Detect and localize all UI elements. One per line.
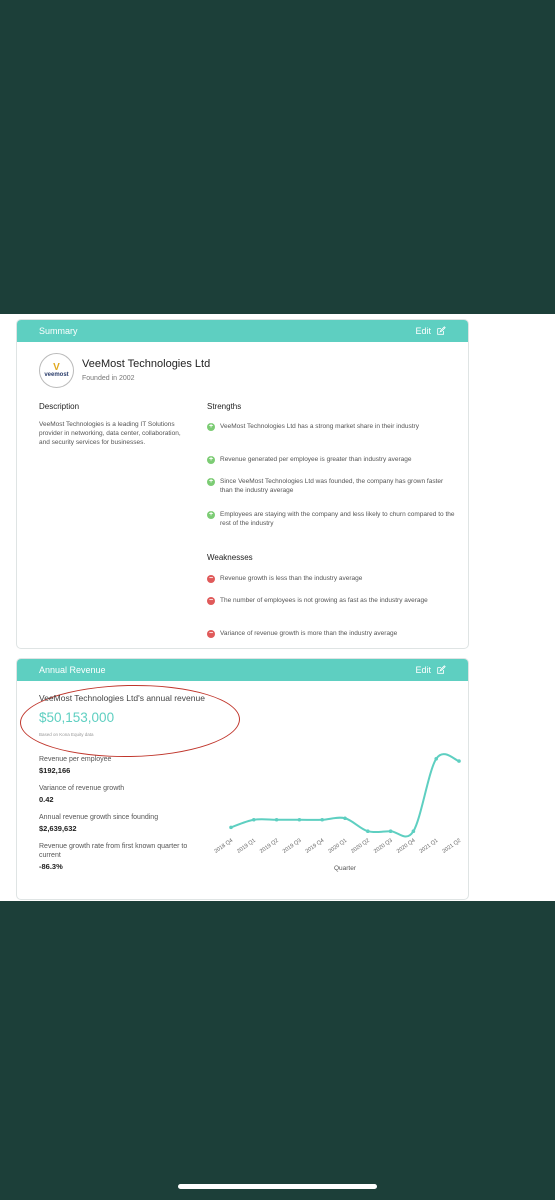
metric-value: $2,639,632	[39, 824, 77, 833]
x-tick-label: 2019 Q2	[259, 838, 280, 855]
company-logo: V veemost	[39, 353, 74, 388]
summary-edit-button[interactable]: Edit	[415, 326, 446, 336]
strength-item: + Employees are staying with the company …	[207, 510, 455, 527]
edit-icon	[437, 326, 446, 335]
x-tick-label: 2020 Q2	[350, 838, 371, 855]
company-name: VeeMost Technologies Ltd	[82, 358, 211, 370]
summary-header-title: Summary	[39, 326, 78, 336]
plus-circle-icon: +	[207, 455, 215, 464]
metric-item: Revenue per employee $192,166	[39, 755, 189, 775]
plus-circle-icon: +	[207, 422, 215, 431]
weakness-item: − Revenue growth is less than the industr…	[207, 574, 363, 583]
data-point[interactable]	[366, 829, 370, 833]
revenue-edit-button[interactable]: Edit	[415, 665, 446, 675]
series-line	[230, 753, 460, 838]
metric-label: Variance of revenue growth	[39, 785, 125, 792]
data-point[interactable]	[457, 759, 461, 763]
data-point[interactable]	[229, 825, 233, 830]
edit-label: Edit	[415, 326, 431, 336]
plus-circle-icon: +	[207, 510, 215, 519]
x-axis-label: Quarter	[334, 865, 357, 872]
data-point[interactable]	[343, 816, 347, 821]
weakness-item: − The number of employees is not growing …	[207, 596, 428, 605]
revenue-title: VeeMost Technologies Ltd's annual revenu…	[39, 693, 205, 703]
strengths-list: + VeeMost Technologies Ltd has a strong m…	[207, 422, 457, 543]
x-tick-label: 2019 Q3	[282, 838, 303, 855]
minus-circle-icon: −	[207, 596, 215, 605]
edit-label: Edit	[415, 665, 431, 675]
data-point[interactable]	[388, 829, 393, 833]
x-tick-label: 2020 Q3	[373, 838, 394, 855]
strength-item: + Revenue generated per employee is great…	[207, 455, 412, 464]
edit-icon	[437, 665, 446, 674]
revenue-amount: $50,153,000	[39, 710, 115, 725]
x-tick-label: 2020 Q4	[396, 838, 417, 855]
data-point[interactable]	[434, 757, 438, 761]
data-point[interactable]	[274, 817, 279, 822]
minus-circle-icon: −	[207, 574, 215, 583]
x-tick-label: 2018 Q4	[213, 838, 234, 855]
summary-card: Summary Edit V veemost VeeMost Technolog…	[16, 319, 469, 649]
strength-item: + VeeMost Technologies Ltd has a strong m…	[207, 422, 419, 431]
data-point[interactable]	[320, 817, 324, 822]
data-point[interactable]	[252, 817, 256, 822]
founded-text: Founded in 2002	[82, 375, 135, 382]
x-tick-label: 2019 Q4	[305, 838, 326, 855]
metric-item: Revenue growth rate from first known qua…	[39, 842, 189, 871]
revenue-card: Annual Revenue Edit VeeMost Technologies…	[16, 658, 469, 900]
x-tick-label: 2020 Q1	[327, 838, 348, 855]
metric-label: Annual revenue growth since founding	[39, 814, 159, 821]
plus-circle-icon: +	[207, 477, 215, 486]
logo-mark: V	[53, 362, 60, 373]
metric-value: $192,166	[39, 766, 71, 775]
revenue-source: Based on Kona Equity data	[39, 732, 94, 737]
description-heading: Description	[39, 402, 80, 411]
strengths-heading: Strengths	[207, 402, 242, 411]
summary-header: Summary Edit	[17, 320, 468, 342]
weaknesses-list: − Revenue growth is less than the industr…	[207, 574, 457, 648]
data-point[interactable]	[297, 817, 302, 822]
x-tick-label: 2019 Q1	[236, 838, 257, 855]
metric-item: Variance of revenue growth 0.42	[39, 784, 189, 804]
description-text: VeeMost Technologies is a leading IT Sol…	[39, 421, 181, 446]
metric-value: -86.3%	[39, 862, 63, 871]
revenue-line-chart: 2018 Q4 2019 Q1 2019 Q2 2019 Q3 2019 Q4 2020 …	[213, 753, 462, 872]
weakness-item: − Variance of revenue growth is more than…	[207, 629, 398, 638]
home-indicator	[178, 1184, 377, 1189]
weaknesses-heading: Weaknesses	[207, 553, 253, 562]
metric-label: Revenue per employee	[39, 756, 112, 763]
revenue-header: Annual Revenue Edit	[17, 659, 468, 681]
strength-item: + Since VeeMost Technologies Ltd was foun…	[207, 477, 444, 494]
metric-item: Annual revenue growth since founding $2,…	[39, 813, 189, 833]
x-tick-label: 2021 Q2	[441, 838, 462, 855]
revenue-header-title: Annual Revenue	[39, 665, 106, 675]
x-tick-label: 2021 Q1	[419, 838, 440, 855]
metric-value: 0.42	[39, 795, 54, 804]
logo-wordmark: veemost	[44, 372, 69, 378]
data-point[interactable]	[411, 829, 416, 833]
minus-circle-icon: −	[207, 629, 215, 638]
metrics-list: Revenue per employee $192,166 Variance o…	[39, 755, 189, 880]
metric-label: Revenue growth rate from first known qua…	[39, 843, 188, 859]
